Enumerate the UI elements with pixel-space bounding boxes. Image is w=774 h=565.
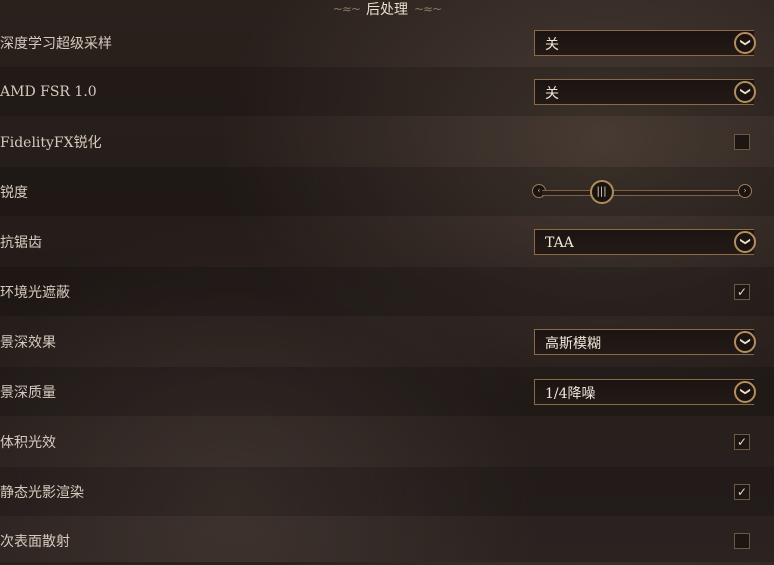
fsr-dropdown[interactable]: 关 ❯ [534,78,756,105]
slider-increase-icon[interactable]: › [738,183,752,198]
check-icon: ✓ [736,434,748,449]
setting-label-static-lighting: 静态光影渲染 [0,484,84,501]
setting-label-sharpness: 锐度 [0,184,28,201]
dlss-dropdown[interactable]: 关 ❯ [534,29,756,56]
fidelityfx-checkbox[interactable] [734,133,750,150]
setting-label-antialiasing: 抗锯齿 [0,234,42,251]
depth-of-field-dropdown-value: 高斯模糊 [545,335,601,352]
flourish-right-icon: ~≈~ [414,2,442,16]
setting-label-ambient-occlusion: 环境光遮蔽 [0,284,70,301]
setting-label-dof-quality: 景深质量 [0,384,56,401]
setting-row-fidelityfx: FidelityFX锐化 [0,117,774,166]
antialiasing-dropdown[interactable]: TAA ❯ [534,228,756,255]
section-header: ~≈~ 后处理 ~≈~ [0,0,774,18]
setting-label-fsr: AMD FSR 1.0 [0,83,97,100]
sharpness-slider[interactable]: ‹ ||| › [532,179,752,204]
slider-track[interactable] [542,189,742,196]
setting-row-depth-of-field: 景深效果 高斯模糊 ❯ [0,317,774,366]
section-title: 后处理 [366,2,408,18]
check-icon: ✓ [736,284,748,299]
setting-row-fsr: AMD FSR 1.0 关 ❯ [0,67,774,116]
depth-of-field-dropdown[interactable]: 高斯模糊 ❯ [534,328,756,355]
chevron-down-icon[interactable]: ❯ [734,230,756,253]
setting-label-volumetric-lighting: 体积光效 [0,434,56,451]
setting-row-subsurface-scattering: 次表面散射 [0,516,774,565]
setting-row-sharpness: 锐度 ‹ ||| › [0,167,774,216]
check-icon: ✓ [736,484,748,499]
dof-quality-dropdown-value: 1/4降噪 [545,385,596,402]
volumetric-lighting-checkbox[interactable]: ✓ [734,433,750,450]
dlss-dropdown-value: 关 [545,36,559,53]
ambient-occlusion-checkbox[interactable]: ✓ [734,283,750,300]
slider-handle-icon[interactable]: ||| [589,179,614,204]
chevron-down-icon[interactable]: ❯ [734,380,756,403]
setting-row-volumetric-lighting: 体积光效 ✓ [0,417,774,466]
chevron-down-icon[interactable]: ❯ [734,330,756,353]
dof-quality-dropdown[interactable]: 1/4降噪 ❯ [534,378,756,405]
static-lighting-checkbox[interactable]: ✓ [734,483,750,500]
setting-row-ambient-occlusion: 环境光遮蔽 ✓ [0,267,774,316]
setting-label-depth-of-field: 景深效果 [0,334,56,351]
setting-label-fidelityfx: FidelityFX锐化 [0,134,102,151]
setting-row-antialiasing: 抗锯齿 TAA ❯ [0,217,774,266]
flourish-left-icon: ~≈~ [332,2,361,16]
setting-label-subsurface-scattering: 次表面散射 [0,533,70,550]
setting-row-static-lighting: 静态光影渲染 ✓ [0,467,774,516]
setting-row-dlss: 深度学习超级采样 关 ❯ [0,18,774,67]
chevron-down-icon[interactable]: ❯ [734,80,756,103]
fsr-dropdown-value: 关 [545,85,559,102]
setting-row-dof-quality: 景深质量 1/4降噪 ❯ [0,367,774,416]
subsurface-scattering-checkbox[interactable] [734,532,750,549]
chevron-down-icon[interactable]: ❯ [734,31,756,54]
antialiasing-dropdown-value: TAA [545,234,574,251]
setting-label-dlss: 深度学习超级采样 [0,35,112,52]
